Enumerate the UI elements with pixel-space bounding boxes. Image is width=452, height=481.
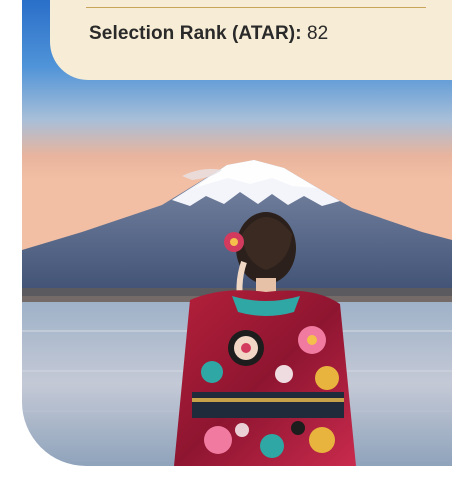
info-card: Selection Rank (ATAR): 82 <box>50 0 452 80</box>
selection-rank-line: Selection Rank (ATAR): 82 <box>89 23 328 45</box>
selection-rank-label: Selection Rank (ATAR) <box>89 23 296 44</box>
selection-rank-value: 82 <box>301 23 329 44</box>
card-divider <box>86 7 426 8</box>
page: Selection Rank (ATAR): 82 <box>0 0 452 481</box>
